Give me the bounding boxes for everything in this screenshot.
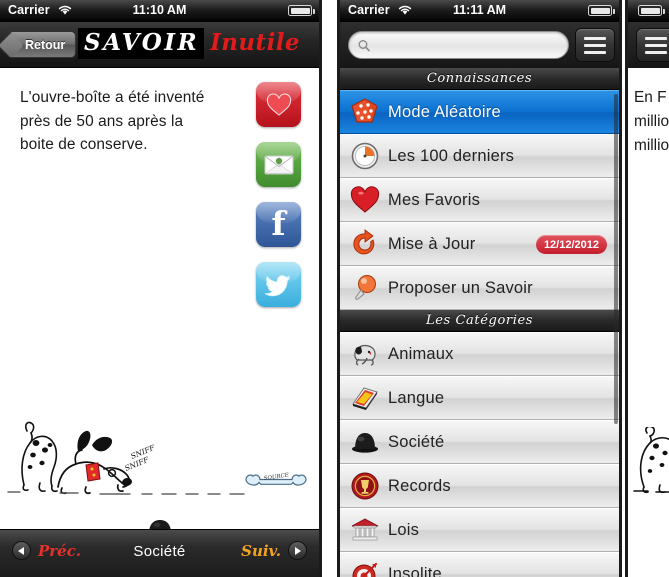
menu-item-langue[interactable]: Langue <box>340 376 619 420</box>
phone-screen-menu: Carrier 11:11 AM Connaissances Mode Aléa… <box>337 0 622 577</box>
navigation-bar: Retour SAVOIR Inutile <box>0 22 319 68</box>
hamburger-line-2 <box>584 43 606 47</box>
update-date-badge: 12/12/2012 <box>535 235 607 254</box>
navigation-bar <box>628 22 669 68</box>
phone-screen-partial: En F millio millio <box>625 0 669 577</box>
refresh-arrow-icon <box>350 229 380 259</box>
clock-label: 11:11 AM <box>452 3 507 17</box>
fact-line-1: En F <box>634 89 667 106</box>
books-icon <box>350 383 380 413</box>
menu-item-insolite[interactable]: Insolite <box>340 552 619 577</box>
menu-item-label: Animaux <box>388 344 454 363</box>
search-bar <box>340 22 619 68</box>
email-button[interactable] <box>256 142 301 187</box>
fact-content-area: En F millio millio <box>628 68 669 577</box>
search-field[interactable] <box>348 31 569 59</box>
courthouse-icon <box>350 515 380 545</box>
twitter-button[interactable] <box>256 262 301 307</box>
menu-item-label: Société <box>388 432 445 451</box>
status-bar: Carrier 11:10 AM <box>0 0 319 22</box>
hamburger-line-3 <box>584 50 606 54</box>
menu-item-label: Langue <box>388 388 445 407</box>
bottom-toolbar: Préc. Société Suiv. <box>0 529 319 577</box>
facebook-icon: f <box>256 202 301 247</box>
menu-button[interactable] <box>575 28 615 62</box>
app-logo: SAVOIR Inutile <box>78 28 300 60</box>
menu-item-label: Les 100 derniers <box>388 146 515 165</box>
bowler-hat-icon <box>350 427 380 457</box>
target-dart-icon <box>350 559 380 577</box>
hamburger-line-3 <box>645 50 667 54</box>
menu-item-lois[interactable]: Lois <box>340 508 619 552</box>
menu-item-mode-aleatoire[interactable]: Mode Aléatoire <box>340 90 619 134</box>
menu-item-records[interactable]: Records <box>340 464 619 508</box>
clock-icon <box>350 141 380 171</box>
battery-icon <box>288 5 315 16</box>
menu-item-label: Records <box>388 476 451 495</box>
back-button[interactable]: Retour <box>8 31 77 58</box>
status-bar: Carrier 11:11 AM <box>340 0 619 22</box>
battery-icon <box>588 5 615 16</box>
favorite-button[interactable] <box>256 82 301 127</box>
next-button[interactable]: Suiv. <box>241 541 307 560</box>
menu-item-label: Mise à Jour <box>388 234 476 253</box>
menu-item-label: Proposer un Savoir <box>388 278 533 297</box>
trophy-medal-icon <box>350 471 380 501</box>
battery-icon <box>638 5 665 16</box>
back-button-label: Retour <box>25 37 66 52</box>
menu-item-label: Mode Aléatoire <box>388 102 501 121</box>
hamburger-line-1 <box>584 36 606 40</box>
menu-item-proposer-un-savoir[interactable]: Proposer un Savoir <box>340 266 619 310</box>
menu-button[interactable] <box>636 28 669 62</box>
search-icon <box>358 39 370 51</box>
lightbulb-icon <box>350 273 380 303</box>
menu-item-les-100-derniers[interactable]: Les 100 derniers <box>340 134 619 178</box>
arrow-right-circle-icon <box>288 541 307 560</box>
heart-icon <box>256 82 301 127</box>
facebook-f-letter: f <box>271 203 286 243</box>
menu-item-mes-favoris[interactable]: Mes Favoris <box>340 178 619 222</box>
envelope-icon <box>256 142 301 187</box>
menu-item-societe[interactable]: Société <box>340 420 619 464</box>
heart-icon <box>350 185 380 215</box>
menu-item-mise-a-jour[interactable]: Mise à Jour 12/12/2012 <box>340 222 619 266</box>
dog-illustration <box>633 427 669 494</box>
fact-text: L'ouvre-boîte a été inventé près de 50 a… <box>20 89 205 154</box>
hamburger-line-2 <box>645 43 667 47</box>
share-buttons-column: f <box>256 82 301 307</box>
next-button-label: Suiv. <box>241 541 281 560</box>
logo-inutile-text: Inutile <box>210 29 300 56</box>
vertical-scrollbar[interactable] <box>614 94 618 424</box>
fact-line-2: millio <box>634 113 669 130</box>
status-bar <box>628 0 669 22</box>
twitter-bird-icon <box>256 262 301 307</box>
section-header-connaissances: Connaissances <box>340 68 619 90</box>
fact-content-area: L'ouvre-boîte a été inventé près de 50 a… <box>0 68 319 577</box>
logo-savoir-text: SAVOIR <box>78 28 205 60</box>
menu-item-label: Mes Favoris <box>388 190 481 209</box>
hamburger-line-1 <box>645 36 667 40</box>
clock-label: 11:10 AM <box>132 3 187 17</box>
menu-item-animaux[interactable]: Animaux <box>340 332 619 376</box>
phone-screen-detail: Carrier 11:10 AM Retour SAVOIR Inutile L… <box>0 0 322 577</box>
screenshot-stage: Carrier 11:10 AM Retour SAVOIR Inutile L… <box>0 0 669 577</box>
elephant-icon <box>350 339 380 369</box>
menu-item-label: Insolite <box>388 564 442 577</box>
menu-list[interactable]: Connaissances Mode Aléatoire Les 100 der… <box>340 68 619 577</box>
search-input[interactable] <box>374 38 568 52</box>
facebook-button[interactable]: f <box>256 202 301 247</box>
dice-icon <box>350 97 380 127</box>
section-header-categories: Les Catégories <box>340 310 619 332</box>
fact-line-3: millio <box>634 137 669 154</box>
menu-item-label: Lois <box>388 520 420 539</box>
dog-sniffing-bone-illustration: SNIFF SNIFF SOURCE <box>0 409 319 509</box>
